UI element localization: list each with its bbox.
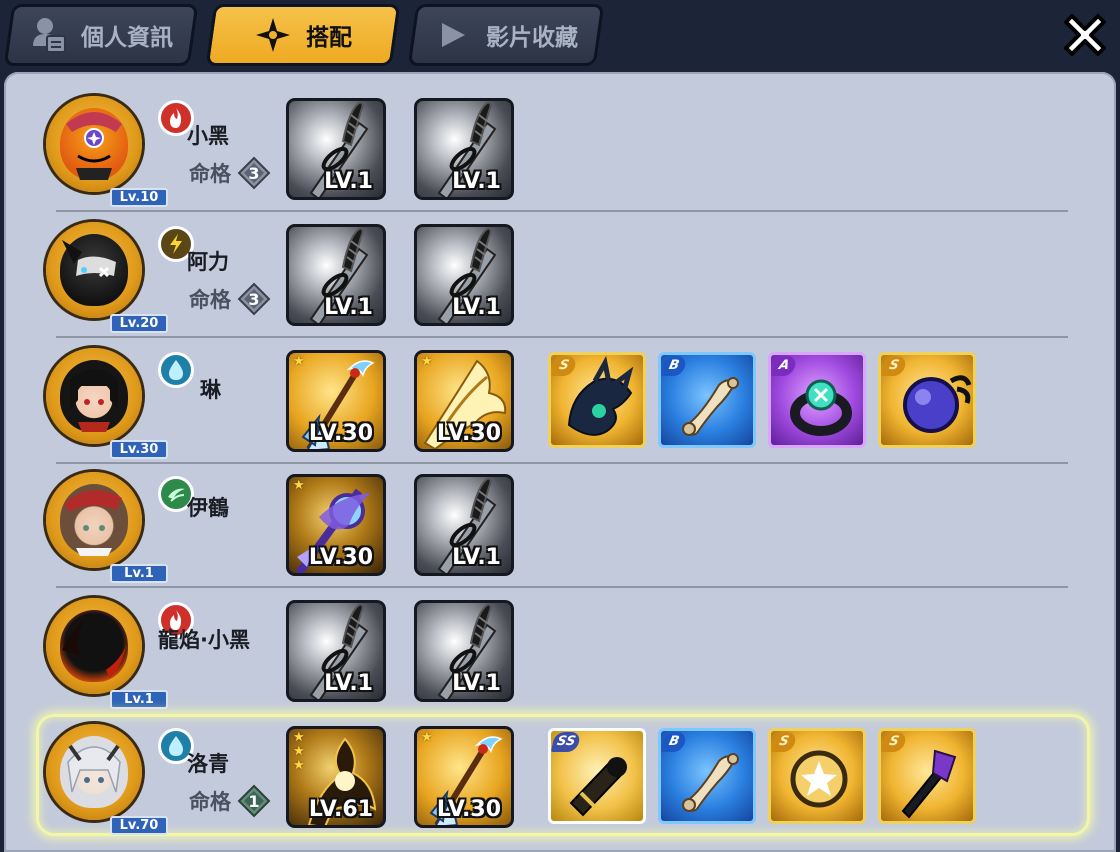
character-row[interactable]: Lv.20 阿力 命格 3 LV.1 LV.1 [4,212,1116,338]
gear-slot[interactable]: B [658,352,756,448]
gear-slot[interactable]: S [878,352,976,448]
tab-profile[interactable]: 個人資訊 [3,4,199,66]
weapon-slot[interactable]: LV.1 [414,474,514,576]
character-row[interactable]: Lv.30 琳 ★ LV.30 ★ LV.30 S B A S [4,338,1116,464]
dark-orb-icon [903,375,972,433]
fate-indicator: 命格 1 [189,784,271,818]
weapon-slot[interactable]: ★ LV.30 [414,726,514,828]
weapon-slot[interactable]: LV.1 [286,600,386,702]
fate-label: 命格 [189,162,231,186]
weapon-slot[interactable]: ★ LV.30 [286,350,386,452]
play-icon [434,16,472,54]
character-avatar[interactable]: Lv.20 [46,222,194,333]
weapon-slot[interactable]: LV.1 [414,98,514,200]
character-name: 龍焰·小黑 [158,628,250,652]
weapon-level: LV.1 [324,295,373,320]
character-avatar[interactable]: Lv.30 [46,348,194,459]
fate-rank: 3 [248,289,260,309]
weapon-level: LV.30 [436,421,501,446]
star-emblem-icon [790,750,848,808]
fate-rank: 1 [248,791,260,811]
character-name: 洛青 [187,752,229,776]
close-icon [1064,14,1106,56]
weapon-slot[interactable]: ★ LV.30 [286,474,386,576]
character-avatar[interactable]: Lv.1 [46,472,194,583]
character-row[interactable]: Lv.10 小黑 命格 3 LV.1 LV.1 [4,86,1116,212]
tab-label: 搭配 [306,25,352,51]
ring-icon [790,379,852,436]
tab-label: 影片收藏 [486,25,578,51]
character-name: 琳 [200,378,221,402]
weapon-level: LV.1 [324,169,373,194]
cannon-icon [569,757,627,817]
weapon-level: LV.30 [436,797,501,822]
weapon-slot[interactable]: ★ ★ ★ LV.61 [286,726,386,828]
weapon-level: LV.1 [324,671,373,696]
loadout-panel: Lv.10 小黑 命格 3 LV.1 LV.1 Lv.20 阿力 命格 3 LV… [4,72,1116,852]
gear-slot[interactable]: S [878,728,976,824]
weapon-slot[interactable]: LV.1 [286,224,386,326]
weapon-level: LV.61 [308,797,373,822]
weapon-slot[interactable]: LV.1 [414,224,514,326]
gear-slot[interactable]: S [548,352,646,448]
character-name: 小黑 [187,124,229,148]
close-button[interactable] [1058,8,1112,62]
fate-rank-icon: 1 [237,784,271,818]
scroll-icon [682,753,739,812]
fate-label: 命格 [189,790,231,814]
fate-label: 命格 [189,288,231,312]
fate-indicator: 命格 3 [189,156,271,190]
gear-slot[interactable]: SS [548,728,646,824]
character-avatar[interactable]: Lv.1 [46,598,194,709]
water-element-icon [158,352,194,388]
scroll-icon [682,377,739,436]
character-row-selected[interactable]: Lv.70 洛青 命格 1 ★ ★ ★ LV.61 ★ LV.30 SS B S… [4,714,1116,840]
character-name: 伊鶴 [187,496,229,520]
weapon-slot[interactable]: ★ LV.30 [414,350,514,452]
tab-bar: 個人資訊 搭配 影片收藏 [0,0,1120,72]
fate-rank-icon: 3 [237,282,271,316]
gear-slot[interactable]: S [768,728,866,824]
character-avatar[interactable]: Lv.10 [46,96,194,207]
level-badge: Lv.1 [110,564,168,583]
character-name: 阿力 [187,250,229,274]
level-badge: Lv.20 [110,314,168,333]
weapon-level: LV.1 [452,671,501,696]
weapon-level: LV.1 [452,169,501,194]
fate-rank: 3 [248,163,260,183]
level-badge: Lv.10 [110,188,168,207]
weapon-level: LV.30 [308,545,373,570]
tab-loadout[interactable]: 搭配 [205,4,401,66]
weapon-level: LV.1 [452,295,501,320]
profile-card-icon [29,16,67,54]
level-badge: Lv.30 [110,440,168,459]
weapon-level: LV.30 [308,421,373,446]
character-row[interactable]: Lv.1 伊鶴 ★ LV.30 LV.1 [4,462,1116,588]
gear-slot[interactable]: A [768,352,866,448]
gear-slot[interactable]: B [658,728,756,824]
four-point-star-icon [254,16,292,54]
level-badge: Lv.1 [110,690,168,709]
weapon-level: LV.1 [452,545,501,570]
dark-claw-icon [567,355,634,436]
weapon-slot[interactable]: LV.1 [286,98,386,200]
weapon-slot[interactable]: LV.1 [414,600,514,702]
fate-indicator: 命格 3 [189,282,271,316]
purple-dagger-icon [901,749,957,819]
character-avatar[interactable]: Lv.70 [46,724,194,835]
level-badge: Lv.70 [110,816,168,835]
fate-rank-icon: 3 [237,156,271,190]
character-row[interactable]: Lv.1 龍焰·小黑 LV.1 LV.1 [4,588,1116,714]
tab-label: 個人資訊 [81,25,173,51]
tab-video-collection[interactable]: 影片收藏 [407,4,605,66]
